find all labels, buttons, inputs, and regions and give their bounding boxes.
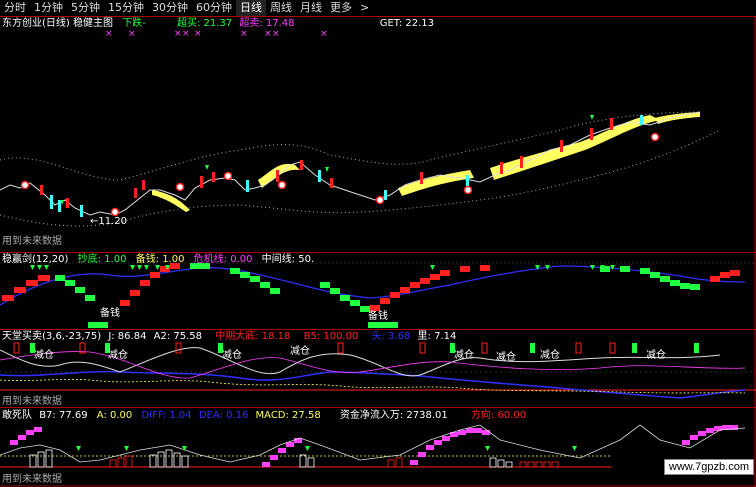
svg-text:×: ×: [174, 29, 182, 39]
panel2-header: 天堂买卖(3,6,-23,75) J: 86.84 A2: 75.58 中期大底…: [2, 331, 456, 343]
panel3-name: 敢死队: [2, 410, 32, 421]
panel1-sell-top: 抄底: 1.00: [77, 254, 127, 265]
panel2-j: J: 86.84: [108, 331, 147, 342]
panel3-header: 敢死队 B7: 77.69 A: 0.00 DIFF: 1.04 DEA: 0.…: [2, 410, 526, 422]
trend-label: 下跌-: [122, 18, 146, 29]
panel2-green-bars: [30, 343, 699, 353]
panel3-white-line: [0, 424, 746, 463]
panel2-name: 天堂买卖(3,6,-23,75): [2, 331, 102, 342]
low-price-marker: ←11.20: [90, 216, 128, 227]
svg-text:×: ×: [240, 29, 248, 39]
panel2-tag-6: 减仓: [496, 352, 516, 363]
panel2-b5: B5: 100.00: [303, 331, 359, 342]
panel2-tag-3: 减仓: [222, 350, 242, 361]
main-candles: [40, 115, 643, 217]
panel1-name: 稳赢剑(12,20): [2, 254, 69, 265]
main-yellow-bands: [152, 112, 700, 212]
panel2-tag-2: 减仓: [108, 350, 128, 361]
main-header: 东方创业(日线) 稳健主图 下跌- 超买: 21.37 超卖: 17.48 GE…: [2, 18, 434, 30]
panel1-mid: 中间线: 50.: [261, 254, 315, 265]
panel3-fund: 资金净流入万: 2738.01: [339, 410, 448, 421]
svg-text:×: ×: [182, 29, 190, 39]
panel2-tag-1: 减仓: [34, 350, 54, 361]
panel2-li: 里: 7.14: [417, 331, 457, 342]
main-down-arrows: [60, 115, 594, 205]
panel3-direction: 方向: 60.00: [470, 410, 527, 421]
panel2-tag-4: 减仓: [290, 346, 310, 357]
panel1-header: 稳赢剑(12,20) 抄底: 1.00 备钱: 1.00 危机线: 0.00 中…: [2, 254, 314, 266]
panel2-red-bars: [13, 342, 616, 354]
panel2-tag-7: 减仓: [540, 350, 560, 361]
svg-text:×: ×: [105, 29, 113, 39]
panel1-danger: 危机线: 0.00: [193, 254, 253, 265]
panel1-ready: 备钱: 1.00: [135, 254, 185, 265]
panel3-macd: MACD: 27.58: [255, 410, 321, 421]
panel1-ready-tag-1: 备钱: [100, 308, 120, 319]
main-indicator-name: 稳健主图: [73, 18, 113, 29]
stock-name: 东方创业(日线): [2, 18, 70, 29]
panel2-tag-5: 减仓: [454, 350, 474, 361]
panel2-q: 头: 3.68: [371, 331, 411, 342]
svg-text:×: ×: [128, 29, 136, 39]
panel3-b7: B7: 77.69: [39, 410, 88, 421]
panel2-mid-big: 中期大底: 18.18: [215, 331, 291, 342]
panel3-a: A: 0.00: [96, 410, 133, 421]
panel3-dif: DIFF: 1.04: [141, 410, 192, 421]
svg-text:×: ×: [264, 29, 272, 39]
panel3-dea: DEA: 0.16: [198, 410, 249, 421]
future-data-note-panel2: 用到未来数据: [2, 396, 62, 407]
panel2-a2: A2: 75.58: [153, 331, 203, 342]
panel2-tag-8: 减仓: [646, 350, 666, 361]
panel1-blue-line: [0, 265, 746, 306]
get-value: GET: 22.13: [379, 18, 434, 29]
main-top-markers: × × × × × × × × ×: [105, 29, 328, 39]
panel3-magenta-steps: [10, 425, 738, 467]
main-price-line: [0, 111, 701, 216]
svg-text:×: ×: [194, 29, 202, 39]
panel1-ready-tag-2: 备钱: [368, 311, 388, 322]
site-watermark: www.7gpzb.com: [663, 459, 754, 475]
future-data-note-panel3: 用到未来数据: [2, 474, 62, 485]
future-data-note-main: 用到未来数据: [2, 236, 62, 247]
oversell-value: 超卖: 17.48: [239, 18, 295, 29]
overbuy-value: 超买: 21.37: [176, 18, 233, 29]
svg-text:×: ×: [320, 29, 328, 39]
svg-text:×: ×: [272, 29, 280, 39]
